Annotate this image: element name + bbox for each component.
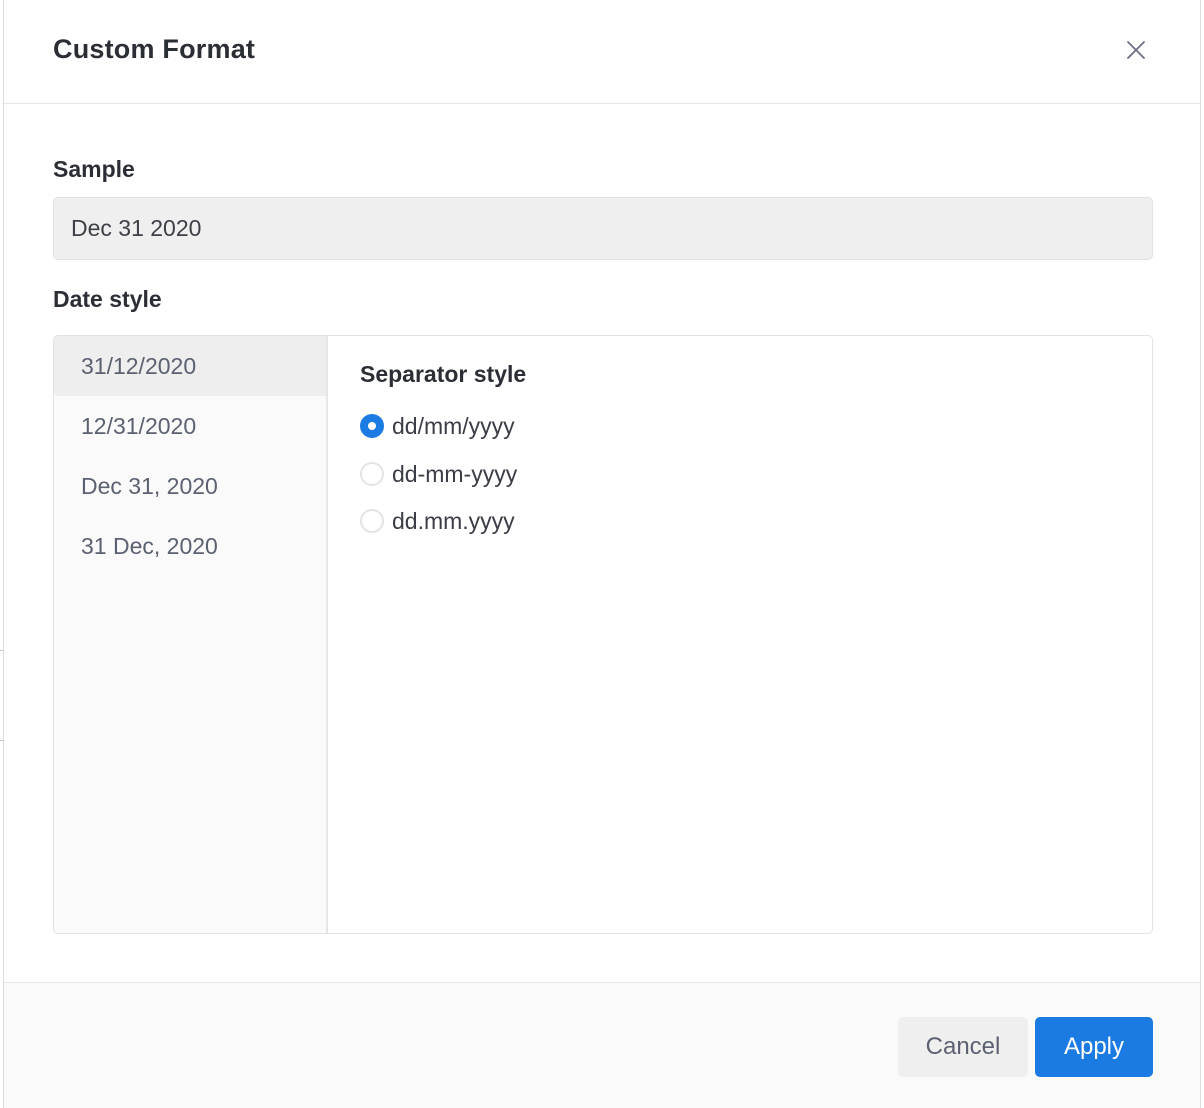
radio-label: dd-mm-yyyy xyxy=(392,460,518,487)
date-style-list: 31/12/2020 12/31/2020 Dec 31, 2020 31 De… xyxy=(54,336,328,933)
date-style-item[interactable]: 12/31/2020 xyxy=(54,396,326,456)
separator-option-dash[interactable]: dd-mm-yyyy xyxy=(360,456,517,492)
radio-button[interactable] xyxy=(360,414,384,438)
radio-button[interactable] xyxy=(360,509,384,533)
date-style-label: Date style xyxy=(53,286,162,312)
date-style-item[interactable]: Dec 31, 2020 xyxy=(54,456,326,516)
apply-button[interactable]: Apply xyxy=(1035,1017,1153,1077)
close-button[interactable] xyxy=(1122,36,1150,64)
custom-format-dialog: Custom Format Sample Dec 31 2020 Date st… xyxy=(3,0,1201,1108)
dialog-footer: Cancel Apply xyxy=(4,982,1200,1108)
dialog-title: Custom Format xyxy=(53,34,256,64)
radio-label: dd/mm/yyyy xyxy=(392,412,515,439)
separator-style-title: Separator style xyxy=(360,361,527,387)
separator-option-dot[interactable]: dd.mm.yyyy xyxy=(360,503,515,539)
close-icon xyxy=(1127,41,1145,59)
date-style-panel: 31/12/2020 12/31/2020 Dec 31, 2020 31 De… xyxy=(53,335,1153,934)
radio-label: dd.mm.yyyy xyxy=(392,507,515,534)
sample-preview: Dec 31 2020 xyxy=(53,197,1153,260)
date-style-item[interactable]: 31/12/2020 xyxy=(54,336,326,396)
dialog-header: Custom Format xyxy=(4,0,1200,104)
cancel-button[interactable]: Cancel xyxy=(898,1017,1028,1077)
sample-label: Sample xyxy=(53,156,135,182)
radio-button[interactable] xyxy=(360,462,384,486)
separator-option-slash[interactable]: dd/mm/yyyy xyxy=(360,408,515,444)
date-style-item[interactable]: 31 Dec, 2020 xyxy=(54,516,326,576)
